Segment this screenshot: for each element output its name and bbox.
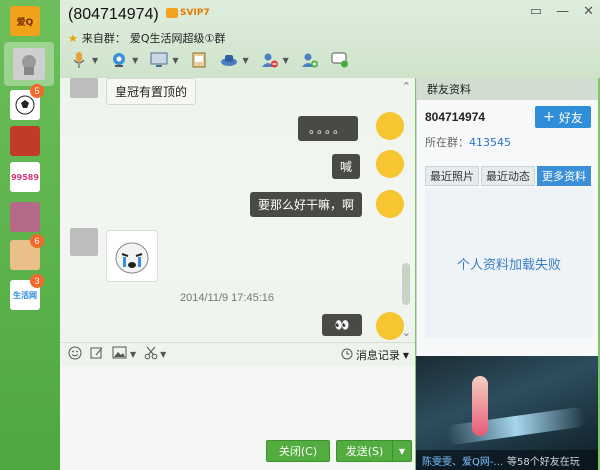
message-bubble: 皇冠有置顶的 (106, 78, 197, 105)
history-button[interactable]: 消息记录 ▼ (341, 347, 409, 363)
avatar[interactable] (376, 312, 404, 340)
rail-avatar-label: 生活网 (13, 290, 37, 300)
member-group: 所在群：413545 (425, 134, 511, 150)
message-bubble: 👀 (322, 314, 362, 336)
ad-friend-names[interactable]: 陈雯雯、爱Q网-... (422, 453, 503, 468)
send-button[interactable]: 发送(S) (336, 440, 392, 462)
chevron-down-icon[interactable]: ▼ (132, 56, 138, 65)
chat-toolbar: ▼ ▼ ▼ ▼ ▼ (68, 50, 351, 70)
tab-recent-photos[interactable]: 最近照片 (425, 166, 479, 186)
add-user-icon[interactable] (299, 50, 321, 70)
chevron-up-icon[interactable]: ⌃ (402, 80, 411, 93)
group-prefix: 所在群： (425, 136, 469, 149)
chevron-down-icon[interactable]: ▼ (130, 350, 136, 359)
avatar (13, 48, 45, 80)
crown-icon (166, 8, 178, 18)
ad-caption: 陈雯雯、爱Q网-... 等58个好友在玩 (416, 450, 598, 470)
chevron-down-icon[interactable]: ▼ (172, 56, 178, 65)
source-prefix: 来自群： (81, 32, 126, 45)
ad-artwork (445, 406, 587, 446)
member-info-panel: 群友资料 804714974 + 好友 所在群：413545 最近照片 最近动态 … (416, 78, 598, 358)
tab-recent-activity[interactable]: 最近动态 (481, 166, 535, 186)
avatar[interactable] (376, 112, 404, 140)
group-number[interactable]: 413545 (469, 136, 511, 149)
restore-icon[interactable]: ▭ (530, 4, 542, 19)
chat-header: (804714974) SVIP7 ★ 来自群： 爱Q生活网超级①群 ▭ — ✕… (60, 0, 600, 78)
remote-desktop-icon[interactable] (148, 50, 170, 70)
scrollbar[interactable] (402, 263, 410, 305)
emoji-icon[interactable] (68, 346, 82, 363)
send-options-button[interactable]: ▼ (392, 440, 412, 462)
avatar[interactable] (376, 190, 404, 218)
game-ad-banner[interactable]: 陈雯雯、爱Q网-... 等58个好友在玩 (416, 356, 598, 470)
avatar[interactable] (70, 228, 98, 256)
clock-icon (341, 348, 353, 363)
font-edit-icon[interactable] (90, 346, 104, 363)
ad-playing-count: 等58个好友在玩 (507, 456, 580, 468)
plus-icon: + (543, 109, 555, 125)
message-bubble: 。。。。 (298, 116, 358, 141)
sticker-image[interactable] (106, 230, 158, 282)
message-bubble: 要那么好干嘛，啊 (250, 192, 363, 217)
contact-rail: 爱Q 5 99589 6 生活网 3 (0, 0, 60, 470)
rail-avatar-99589[interactable]: 99589 (10, 162, 40, 192)
vip-badge: SVIP7 (166, 8, 210, 18)
vip-label: SVIP7 (180, 8, 210, 18)
load-error-message: 个人资料加载失败 (456, 257, 561, 273)
message-list[interactable]: 皇冠有置顶的 。。。。 喊 要那么好干嘛，啊 2014/11/9 17:45:1… (60, 78, 415, 342)
tab-more-info[interactable]: 更多资料 (537, 166, 591, 186)
chevron-down-icon[interactable]: ▼ (92, 56, 98, 65)
voice-call-icon[interactable] (68, 50, 90, 70)
avatar[interactable] (70, 78, 98, 98)
minimize-icon[interactable]: — (556, 4, 569, 19)
chevron-down-icon[interactable]: ▼ (160, 350, 166, 359)
window-controls: ▭ — ✕ (530, 4, 594, 19)
rail-avatar-girl[interactable] (10, 202, 40, 232)
message-bubble: 喊 (332, 154, 360, 179)
rail-avatar-label: 爱Q (16, 17, 34, 28)
message-timestamp: 2014/11/9 17:45:16 (180, 292, 274, 304)
chevron-down-icon: ▼ (398, 446, 406, 456)
video-call-icon[interactable] (108, 50, 130, 70)
close-icon[interactable]: ✕ (583, 4, 594, 19)
member-id: 804714974 (425, 110, 486, 124)
page-title: (804714974) (68, 6, 159, 23)
source-group: ★ 来自群： 爱Q生活网超级①群 (68, 30, 225, 46)
add-friend-label: 好友 (558, 110, 583, 125)
panel-tabs: 最近照片 最近动态 更多资料 (425, 166, 591, 186)
crying-sticker-icon (115, 242, 149, 274)
image-icon[interactable] (112, 346, 128, 363)
input-toolbar: ▼ ▼ 消息记录 ▼ (60, 342, 415, 366)
rail-avatar-label: 99589 (11, 172, 39, 182)
chevron-down-icon[interactable]: ⌄ (402, 326, 411, 339)
rail-avatar-current-chat[interactable] (4, 42, 54, 86)
add-friend-button[interactable]: + 好友 (535, 106, 591, 128)
history-label: 消息记录 (355, 349, 400, 362)
group-hat-icon[interactable] (218, 50, 240, 70)
close-button[interactable]: 关闭(C) (266, 440, 330, 462)
rail-avatar-aiq[interactable]: 爱Q (10, 6, 40, 36)
chevron-down-icon: ▼ (402, 350, 409, 360)
avatar[interactable] (376, 150, 404, 178)
star-icon: ★ (68, 31, 78, 45)
unread-badge: 6 (30, 234, 44, 248)
file-transfer-icon[interactable] (188, 50, 210, 70)
face-icon (22, 55, 36, 75)
scissors-icon[interactable] (144, 346, 158, 363)
unread-badge: 5 (30, 84, 44, 98)
unread-badge: 3 (30, 274, 44, 288)
ad-character (472, 376, 488, 436)
rail-avatar-red[interactable] (10, 126, 40, 156)
soccer-ball-icon (15, 95, 35, 115)
panel-header: 群友资料 (417, 78, 598, 100)
message-settings-icon[interactable] (329, 50, 351, 70)
source-group-name[interactable]: 爱Q生活网超级①群 (130, 30, 226, 46)
profile-content: 个人资料加载失败 (425, 188, 593, 338)
remove-user-icon[interactable] (259, 50, 281, 70)
chevron-down-icon[interactable]: ▼ (242, 56, 248, 65)
chevron-down-icon[interactable]: ▼ (283, 56, 289, 65)
